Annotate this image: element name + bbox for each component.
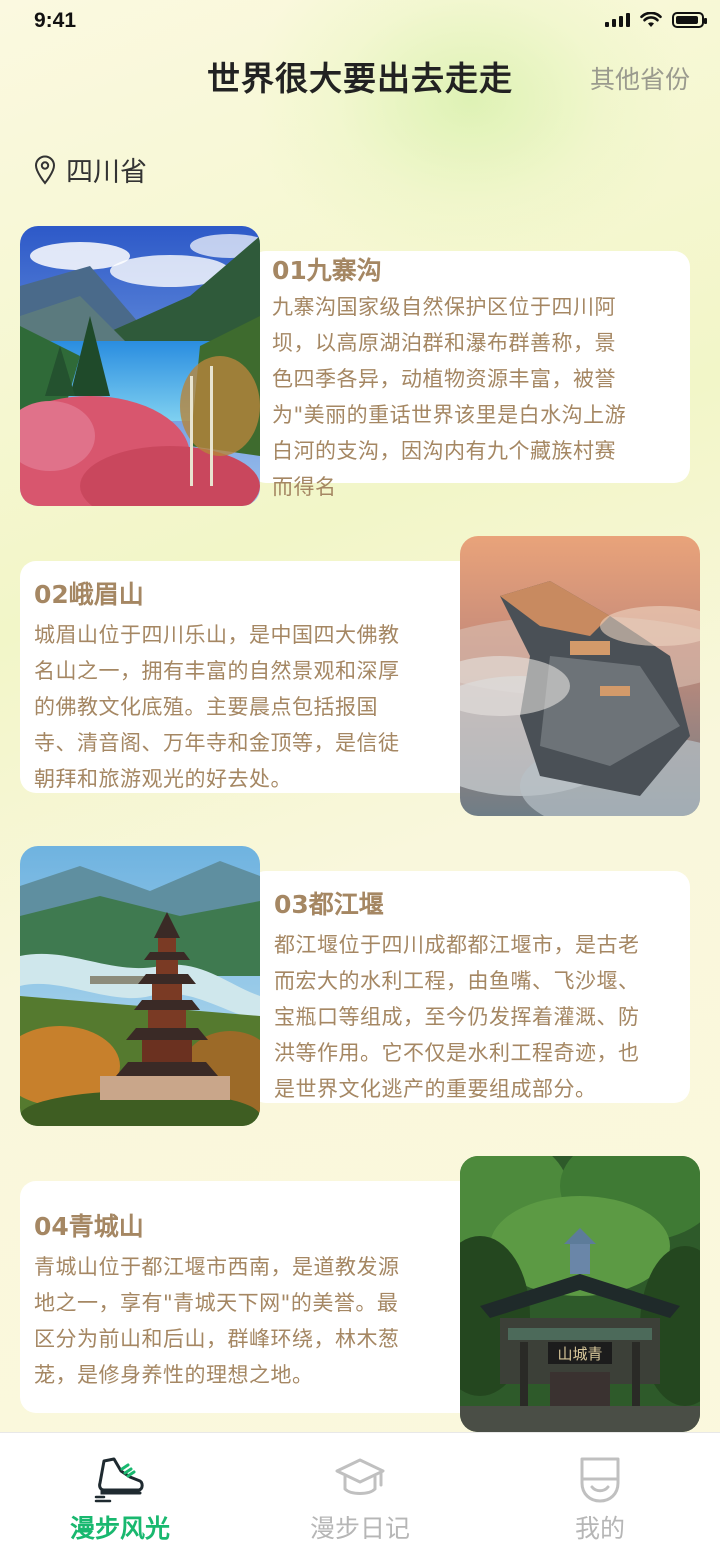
tab-label: 漫步日记 [309,1514,410,1543]
location-label: 四川省 [66,157,147,188]
spot-card-body: 04青城山 青城山位于都江堰市西南，是道教发源 地之一，享有"青城天下网"的美誉… [20,1181,482,1413]
spot-description-line: 寺、清音阁、万年寺和金顶等，是信徒 [34,731,400,755]
status-bar: 9:41 [0,0,720,44]
status-icons [605,12,707,28]
spot-photo-dujiangyan [20,846,260,1126]
spot-title: 02峨眉山 [34,580,144,609]
battery-icon [672,12,707,28]
spot-description-line: 是世界文化逃产的重要组成部分。 [274,1077,597,1101]
tab-label: 我的 [574,1514,625,1543]
location-pin-icon [34,155,56,185]
tab-label: 漫步风光 [69,1514,170,1543]
spot-description-line: 九寨沟国家级自然保护区位于四川阿 [272,295,616,319]
location-selector[interactable]: 四川省 [34,150,147,189]
spot-description-line: 而得名 [272,475,337,499]
spot-description-line: 洪等作用。它不仅是水利工程奇迹，也 [274,1041,640,1065]
profile-face-icon [580,1457,620,1503]
spot-description-line: 青城山位于都江堰市西南，是道教发源 [34,1255,400,1279]
spot-card-body: 01九寨沟 九寨沟国家级自然保护区位于四川阿 坝，以高原湖泊群和瀑布群善称，景 … [250,251,690,499]
spot-card-emeishan[interactable]: 02峨眉山 城眉山位于四川乐山，是中国四大佛教 名山之一，拥有丰富的自然景观和深… [0,536,720,818]
tab-diary[interactable]: 漫步日记 [240,1433,480,1560]
spot-description-line: 都江堰位于四川成都都江堰市，是古老 [274,933,640,957]
sneaker-icon [94,1457,144,1503]
spot-description: 青城山位于都江堰市西南，是道教发源 地之一，享有"青城天下网"的美誉。最 区分为… [34,1249,400,1393]
spot-description-line: 色四季各异，动植物资源丰富，被誉 [272,367,616,391]
spot-description-line: 名山之一，拥有丰富的自然景观和深厚 [34,659,400,683]
spot-description: 城眉山位于四川乐山，是中国四大佛教 名山之一，拥有丰富的自然景观和深厚 的佛教文… [34,617,400,797]
spot-description-line: 地之一，享有"青城天下网"的美誉。最 [34,1291,399,1315]
spot-description-line: 的佛教文化底殖。主要晨点包括报国 [34,695,378,719]
spot-description-line: 坝，以高原湖泊群和瀑布群善称，景 [272,331,616,355]
spot-photo-jiuzhaigou [20,226,260,506]
spot-description-line: 朝拜和旅游观光的好去处。 [34,767,292,791]
tab-scenery[interactable]: 漫步风光 [0,1433,240,1560]
spot-card-qingchengshan[interactable]: 04青城山 青城山位于都江堰市西南，是道教发源 地之一，享有"青城天下网"的美誉… [0,1156,720,1432]
bottom-tab-bar: 漫步风光 漫步日记 我的 [0,1432,720,1560]
spot-card-jiuzhaigou[interactable]: 01九寨沟 九寨沟国家级自然保护区位于四川阿 坝，以高原湖泊群和瀑布群善称，景 … [0,226,720,508]
gate-plaque-text: 山城青 [557,1345,602,1363]
spot-description-line: 茏，是修身养性的理想之地。 [34,1363,314,1387]
spot-photo-emeishan [460,536,700,816]
spot-description: 都江堰位于四川成都都江堰市，是古老 而宏大的水利工程，由鱼嘴、飞沙堰、 宝瓶口等… [274,927,640,1107]
graduation-cap-icon [335,1458,385,1495]
status-time: 9:41 [34,9,77,32]
tab-profile[interactable]: 我的 [480,1433,720,1560]
spot-description-line: 宝瓶口等组成，至今仍发挥着灌溉、防 [274,1005,640,1029]
spot-description-line: 而宏大的水利工程，由鱼嘴、飞沙堰、 [274,969,640,993]
cellular-signal-icon [605,13,630,27]
spot-description-line: 区分为前山和后山，群峰环绕，林木葱 [34,1327,400,1351]
spot-title: 01九寨沟 [272,256,382,285]
spot-title: 03都江堰 [274,890,384,919]
spot-card-body: 02峨眉山 城眉山位于四川乐山，是中国四大佛教 名山之一，拥有丰富的自然景观和深… [20,561,482,793]
spot-card-dujiangyan[interactable]: 03都江堰 都江堰位于四川成都都江堰市，是古老 而宏大的水利工程，由鱼嘴、飞沙堰… [0,846,720,1128]
wifi-icon [640,12,662,27]
spot-photo-qingchengshan: 山城青 [460,1156,700,1432]
spot-card-body: 03都江堰 都江堰位于四川成都都江堰市，是古老 而宏大的水利工程，由鱼嘴、飞沙堰… [250,871,690,1103]
spot-description-line: 为"美丽的重话世界该里是白水沟上游 [272,403,627,427]
spot-title: 04青城山 [34,1212,144,1241]
spot-description-line: 白河的支沟，因沟内有九个藏族村赛 [272,439,616,463]
spot-description-line: 城眉山位于四川乐山，是中国四大佛教 [34,623,400,647]
spot-description: 九寨沟国家级自然保护区位于四川阿 坝，以高原湖泊群和瀑布群善称，景 色四季各异，… [272,289,626,505]
other-provinces-button[interactable]: 其他省份 [590,60,690,96]
